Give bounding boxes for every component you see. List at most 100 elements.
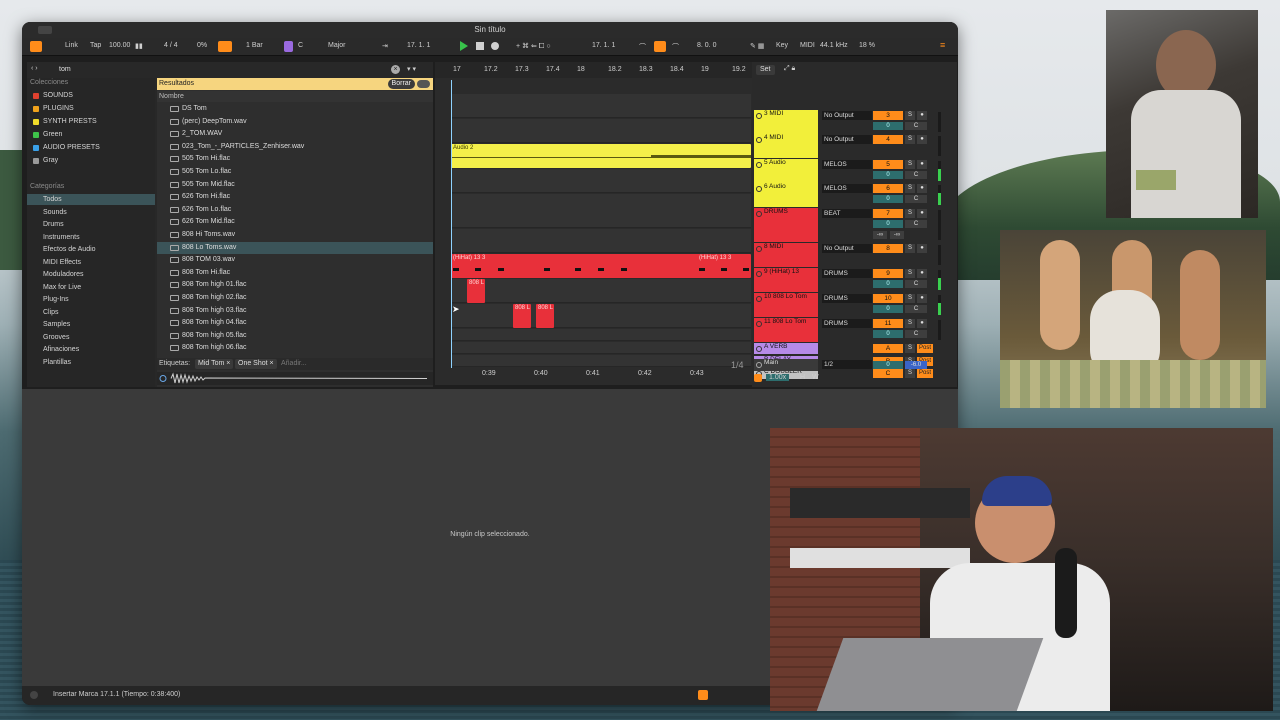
add-tag-input[interactable]: Añadir... bbox=[281, 360, 307, 367]
arm-icon[interactable]: ● bbox=[917, 184, 927, 193]
play-icon[interactable] bbox=[460, 41, 468, 51]
preview-waveform[interactable] bbox=[157, 372, 433, 385]
search-input[interactable]: tom bbox=[59, 66, 71, 73]
fold-icon[interactable] bbox=[756, 271, 762, 277]
output-select[interactable]: MELOS bbox=[822, 160, 872, 169]
stop-icon[interactable] bbox=[476, 42, 484, 50]
track-activator[interactable]: 5 bbox=[873, 160, 903, 169]
position-field[interactable]: 17. 1. 1 bbox=[407, 42, 430, 49]
file-row[interactable]: 505 Tom Hi.flac bbox=[157, 153, 433, 166]
punch-icon[interactable]: ⌒ bbox=[639, 42, 646, 52]
midi-clip-808[interactable]: 808 L bbox=[467, 279, 485, 303]
return-name[interactable]: A VERB bbox=[754, 343, 818, 354]
volume-field[interactable]: 0 bbox=[873, 280, 903, 288]
file-row[interactable]: 626 Tom Hi.flac bbox=[157, 191, 433, 204]
output-select[interactable]: MELOS bbox=[822, 184, 872, 193]
solo-button[interactable]: S bbox=[905, 269, 915, 278]
fold-icon[interactable] bbox=[756, 246, 762, 252]
beat-ruler[interactable]: 17 17.2 17.3 17.4 18 18.2 18.3 18.4 19 19.2 bbox=[435, 62, 752, 78]
track-activator[interactable]: 9 bbox=[873, 269, 903, 278]
category-sounds[interactable]: Sounds bbox=[27, 207, 155, 218]
track-name[interactable]: 10 808 Lo Tom bbox=[754, 293, 818, 317]
category-clips[interactable]: Clips bbox=[27, 307, 155, 318]
metronome-icon[interactable]: ▮▮ bbox=[135, 42, 143, 50]
track-name[interactable]: 5 Audio bbox=[754, 159, 818, 183]
loop-length-field[interactable]: 8. 0. 0 bbox=[697, 42, 716, 49]
collection-green[interactable]: Green bbox=[27, 129, 155, 140]
arm-icon[interactable]: ● bbox=[917, 294, 927, 303]
warning-icon[interactable] bbox=[698, 690, 708, 700]
track-activator[interactable]: 7 bbox=[873, 209, 903, 218]
file-row[interactable]: 626 Tom Lo.flac bbox=[157, 204, 433, 217]
arm-icon[interactable]: ● bbox=[917, 135, 927, 144]
volume-field[interactable]: 0 bbox=[873, 171, 903, 179]
file-row[interactable]: 808 Tom high 06.flac bbox=[157, 342, 433, 355]
tag-chip[interactable]: One Shot × bbox=[235, 359, 277, 369]
search-bar[interactable]: ‹ › tom × ▾ ▾ bbox=[27, 64, 433, 76]
category-todos[interactable]: Todos bbox=[27, 194, 155, 205]
solo-button[interactable]: S bbox=[905, 294, 915, 303]
column-header-name[interactable]: Nombre bbox=[157, 91, 433, 102]
category-modulators[interactable]: Moduladores bbox=[27, 269, 155, 280]
mixer-track[interactable]: 5 Audio MELOS 5 S ● 0 C bbox=[752, 159, 957, 183]
solo-button[interactable]: S bbox=[905, 244, 915, 253]
track-lane[interactable] bbox=[451, 169, 751, 193]
draw-icon[interactable]: ✎ ▦ bbox=[750, 42, 764, 50]
arm-icon[interactable]: ● bbox=[917, 319, 927, 328]
volume-field[interactable]: 0 bbox=[873, 220, 903, 228]
track-name[interactable]: 3 MIDI bbox=[754, 110, 818, 134]
follow-icon[interactable] bbox=[218, 41, 232, 52]
pan-field[interactable]: C bbox=[905, 195, 927, 203]
pan-field[interactable]: C bbox=[905, 305, 927, 313]
fold-icon[interactable] bbox=[756, 211, 762, 217]
arm-icon[interactable]: ● bbox=[917, 209, 927, 218]
file-row[interactable]: 023_Tom_-_PARTICLES_Zenhiser.wav bbox=[157, 141, 433, 154]
track-lane[interactable]: 808 L 808 L bbox=[451, 304, 751, 328]
record-icon[interactable] bbox=[491, 42, 499, 50]
file-row[interactable]: 505 Tom Mid.flac bbox=[157, 179, 433, 192]
output-select[interactable]: No Output bbox=[822, 111, 872, 120]
file-row[interactable]: 2_TOM.WAV bbox=[157, 128, 433, 141]
track-activator[interactable]: 6 bbox=[873, 184, 903, 193]
track-name[interactable]: 8 MIDI bbox=[754, 243, 818, 267]
add-device-icon[interactable] bbox=[754, 374, 762, 382]
midi-clip-808[interactable]: 808 L bbox=[536, 304, 554, 328]
track-name[interactable]: 6 Audio bbox=[754, 183, 818, 207]
category-audio-effects[interactable]: Efectos de Audio bbox=[27, 244, 155, 255]
track-activator[interactable]: 11 bbox=[873, 319, 903, 328]
output-select[interactable]: BEAT bbox=[822, 209, 872, 218]
track-lane[interactable]: (HiHat) 13 3 (HiHat) 13 3 bbox=[451, 254, 751, 278]
output-select[interactable]: DRUMS bbox=[822, 294, 872, 303]
menu-icon[interactable]: ≡ bbox=[940, 40, 945, 50]
pan-field[interactable]: C bbox=[905, 122, 927, 130]
file-row[interactable]: 808 Tom Hi.flac bbox=[157, 267, 433, 280]
category-instruments[interactable]: Instruments bbox=[27, 232, 155, 243]
clear-search-icon[interactable]: × bbox=[391, 65, 400, 74]
loop-start-field[interactable]: 17. 1. 1 bbox=[592, 42, 615, 49]
key-select[interactable]: C bbox=[298, 42, 303, 49]
category-templates[interactable]: Plantillas bbox=[27, 357, 155, 368]
output-select[interactable]: No Output bbox=[822, 135, 872, 144]
pan-field[interactable]: C bbox=[905, 220, 927, 228]
return-lane[interactable] bbox=[451, 329, 751, 341]
zoom-level[interactable]: 1.00x bbox=[766, 374, 790, 381]
track-lane[interactable] bbox=[451, 94, 751, 118]
time-signature[interactable]: 4 / 4 bbox=[164, 42, 178, 49]
tap-button[interactable]: Tap bbox=[90, 42, 101, 49]
volume-field[interactable]: 0 bbox=[873, 122, 903, 130]
loop-icon[interactable] bbox=[654, 41, 666, 52]
time-ruler[interactable]: 0:39 0:40 0:41 0:42 0:43 bbox=[435, 369, 752, 381]
volume-field[interactable]: 0 bbox=[873, 305, 903, 313]
mixer-track[interactable]: 3 MIDI No Output 3 S ● 0 C bbox=[752, 110, 957, 134]
arm-icon[interactable]: ● bbox=[917, 160, 927, 169]
pan-field[interactable]: C bbox=[905, 171, 927, 179]
track-lane[interactable] bbox=[451, 229, 751, 253]
category-midi-effects[interactable]: MIDI Effects bbox=[27, 257, 155, 268]
track-lane[interactable]: 808 L bbox=[451, 279, 751, 303]
main-track[interactable]: Main 1/2 0 -6.0 bbox=[752, 359, 957, 371]
fold-icon[interactable] bbox=[756, 113, 762, 119]
return-activator[interactable]: A bbox=[873, 344, 903, 353]
punch-out-icon[interactable]: ⌒ bbox=[672, 42, 679, 52]
collection-synth-presets[interactable]: SYNTH PRESTS bbox=[27, 116, 155, 127]
track-activator[interactable]: 3 bbox=[873, 111, 903, 120]
